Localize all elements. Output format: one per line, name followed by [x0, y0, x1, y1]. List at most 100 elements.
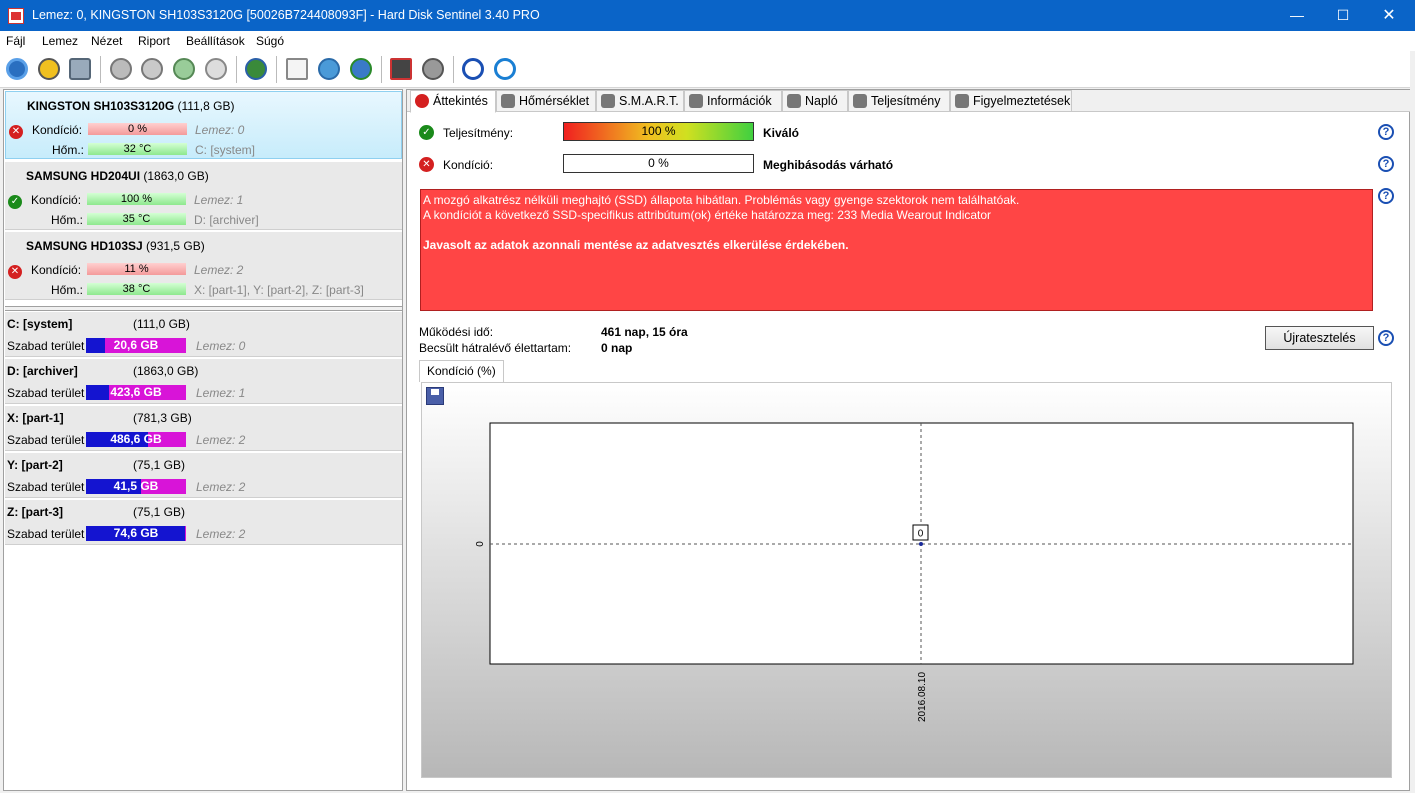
volume-item[interactable]: C: [system] (111,0 GB) Szabad terület 20… [5, 312, 402, 357]
thermometer-icon [501, 94, 515, 108]
drive-test-2-icon[interactable] [138, 55, 166, 83]
app-icon [8, 8, 24, 24]
free-space-label: Szabad terület [7, 339, 85, 353]
performance-label: Teljesítmény: [443, 126, 514, 140]
tab-condition-chart[interactable]: Kondíció (%) [419, 360, 504, 382]
volume-disk: Lemez: 0 [196, 339, 246, 353]
volume-name: C: [system] [7, 317, 73, 331]
drive-icon [601, 94, 615, 108]
message-line: A kondíciót a következő SSD-specifikus a… [423, 208, 992, 222]
volume-disk: Lemez: 2 [196, 527, 246, 541]
volume-disk: Lemez: 2 [196, 433, 246, 447]
info-icon[interactable] [491, 55, 519, 83]
volume-name: Z: [part-3] [7, 505, 63, 519]
condition-chart: 0 0 2016.08.10 [421, 382, 1392, 778]
help-icon[interactable]: ? [1378, 188, 1394, 204]
help-icon[interactable]: ? [1378, 330, 1394, 346]
menu-file[interactable]: Fájl [6, 34, 25, 48]
volume-item[interactable]: Z: [part-3] (75,1 GB) Szabad terület 74,… [5, 500, 402, 545]
sound-icon[interactable] [419, 55, 447, 83]
volume-item[interactable]: D: [archiver] (1863,0 GB) Szabad terület… [5, 359, 402, 404]
report-icon[interactable] [283, 55, 311, 83]
tab-overview[interactable]: Áttekintés [410, 90, 496, 113]
condition-label: Kondíció: [31, 193, 82, 207]
disk-size: (1863,0 GB) [143, 169, 209, 183]
tab-smart[interactable]: S.M.A.R.T. [596, 90, 684, 112]
close-button[interactable]: ✕ [1366, 0, 1412, 31]
error-icon: ✕ [419, 157, 434, 172]
menu-view[interactable]: Nézet [91, 34, 122, 48]
disk-list-pane: KINGSTON SH103S3120G (111,8 GB) ✕ Kondíc… [3, 89, 403, 791]
disk-item[interactable]: SAMSUNG HD204UI (1863,0 GB) ✓ Kondíció: … [5, 162, 402, 230]
menu-settings[interactable]: Beállítások [186, 34, 245, 48]
menu-help[interactable]: Súgó [256, 34, 284, 48]
free-space-label: Szabad terület [7, 433, 85, 447]
disk-partitions: C: [system] [195, 143, 256, 157]
volume-disk: Lemez: 1 [196, 386, 246, 400]
tab-alerts[interactable]: Figyelmeztetések [950, 90, 1072, 112]
chart-svg: 0 0 2016.08.10 [475, 422, 1354, 722]
temperature-bar: 32 °C [88, 143, 187, 155]
free-space-bar: 41,5 GB [86, 479, 186, 494]
menu-disk[interactable]: Lemez [42, 34, 78, 48]
alerts-icon [955, 94, 969, 108]
data-label: 0 [918, 529, 924, 540]
uptime-label: Működési idő: [419, 325, 494, 339]
temperature-label: Hőm.: [52, 143, 85, 157]
help-icon[interactable]: ? [1378, 156, 1394, 172]
drive-tools-icon[interactable] [202, 55, 230, 83]
refresh-icon[interactable] [3, 55, 31, 83]
data-point [919, 542, 923, 546]
condition-bar: 0 % [88, 123, 187, 135]
globe-icon[interactable] [242, 55, 270, 83]
network-icon[interactable] [347, 55, 375, 83]
warning-icon[interactable] [35, 55, 63, 83]
volume-name: D: [archiver] [7, 364, 78, 378]
disk-size: (931,5 GB) [146, 239, 205, 253]
update-icon[interactable] [315, 55, 343, 83]
help-icon[interactable] [459, 55, 487, 83]
error-icon [415, 94, 429, 108]
disk-item[interactable]: SAMSUNG HD103SJ (931,5 GB) ✕ Kondíció: 1… [5, 232, 402, 300]
tab-log[interactable]: Napló [782, 90, 848, 112]
info-icon [689, 94, 703, 108]
maximize-button[interactable]: ☐ [1320, 0, 1366, 31]
disk-number: Lemez: 2 [194, 263, 244, 277]
free-space-bar: 20,6 GB [86, 338, 186, 353]
disk-size: (111,8 GB) [177, 99, 235, 113]
uptime-value: 461 nap, 15 óra [601, 325, 688, 339]
help-icon[interactable]: ? [1378, 124, 1394, 140]
status-message-box: A mozgó alkatrész nélküli meghajtó (SSD)… [420, 189, 1373, 311]
tab-performance[interactable]: Teljesítmény [848, 90, 950, 112]
disk-icon[interactable] [66, 55, 94, 83]
drive-test-icon[interactable] [107, 55, 135, 83]
drive-check-icon[interactable] [170, 55, 198, 83]
menu-report[interactable]: Riport [138, 34, 170, 48]
temperature-label: Hőm.: [51, 213, 84, 227]
volume-item[interactable]: X: [part-1] (781,3 GB) Szabad terület 48… [5, 406, 402, 451]
tab-temperature[interactable]: Hőmérséklet [496, 90, 596, 112]
tab-information[interactable]: Információk [684, 90, 782, 112]
splitter[interactable] [5, 306, 402, 311]
error-icon: ✕ [8, 265, 22, 279]
free-space-label: Szabad terület [7, 386, 85, 400]
volume-item[interactable]: Y: [part-2] (75,1 GB) Szabad terület 41,… [5, 453, 402, 498]
performance-text: Kiváló [763, 126, 800, 140]
volume-disk: Lemez: 2 [196, 480, 246, 494]
disk-partitions: D: [archiver] [194, 213, 259, 227]
condition-bar: 11 % [87, 263, 186, 275]
free-space-bar: 423,6 GB [86, 385, 186, 400]
disk-item[interactable]: KINGSTON SH103S3120G (111,8 GB) ✕ Kondíc… [5, 91, 402, 159]
message-line: A mozgó alkatrész nélküli meghajtó (SSD)… [423, 193, 1020, 207]
remaining-life-label: Becsült hátralévő élettartam: [419, 341, 572, 355]
retest-button[interactable]: Újratesztelés [1265, 326, 1374, 350]
disk-number: Lemez: 1 [194, 193, 244, 207]
volume-size: (75,1 GB) [133, 458, 186, 472]
disk-number: Lemez: 0 [195, 123, 245, 137]
volume-size: (781,3 GB) [133, 411, 192, 425]
minimize-button[interactable]: — [1274, 0, 1320, 31]
error-icon: ✕ [9, 125, 23, 139]
monitor-icon[interactable] [387, 55, 415, 83]
toolbar [0, 51, 1415, 88]
volume-size: (75,1 GB) [133, 505, 186, 519]
